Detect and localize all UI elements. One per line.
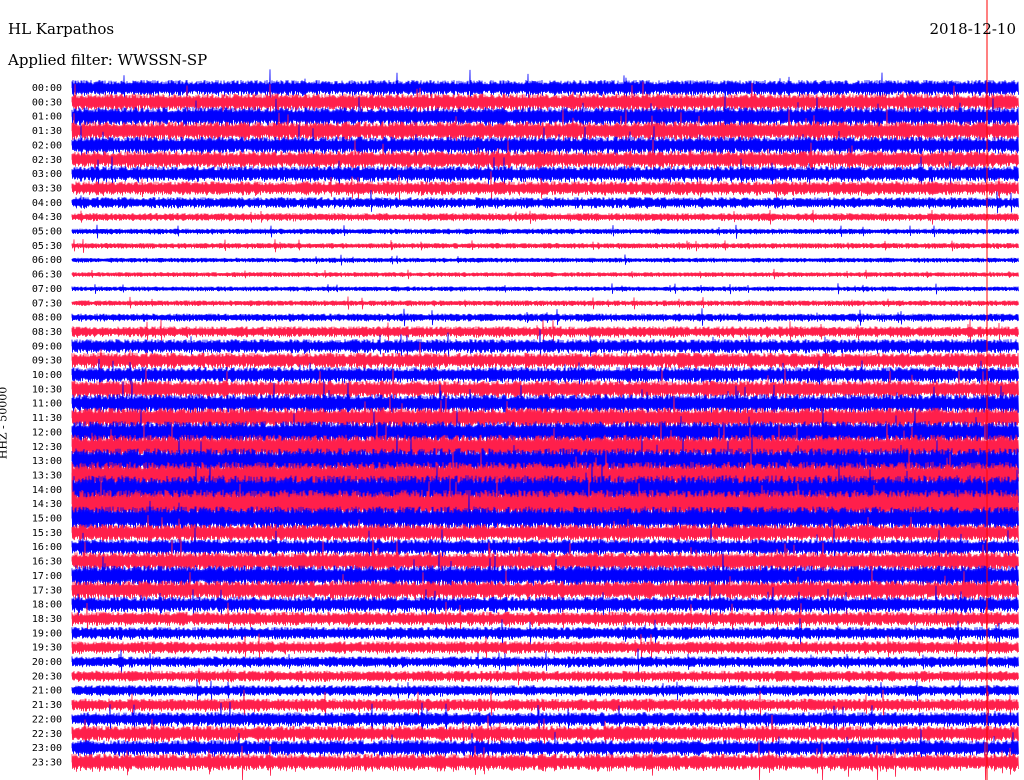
trace-row — [71, 224, 1019, 239]
time-tick-label: 06:00 — [32, 255, 62, 266]
time-tick-label: 02:00 — [32, 140, 62, 151]
trace-row — [71, 679, 1019, 702]
time-tick-label: 12:00 — [32, 427, 62, 438]
time-tick-label: 16:30 — [32, 557, 62, 568]
time-tick-label: 18:30 — [32, 614, 62, 625]
time-tick-label: 08:00 — [32, 313, 62, 324]
time-tick-label: 09:00 — [32, 341, 62, 352]
time-tick-label: 21:30 — [32, 700, 62, 711]
time-tick-label: 05:00 — [32, 227, 62, 238]
time-tick-label: 04:30 — [32, 212, 62, 223]
time-tick-label: 13:30 — [32, 470, 62, 481]
filter-label: Applied filter: WWSSN-SP — [8, 51, 208, 69]
time-tick-label: 19:00 — [32, 628, 62, 639]
time-tick-label: 01:30 — [32, 126, 62, 137]
time-tick-label: 04:00 — [32, 198, 62, 209]
time-tick-label: 15:00 — [32, 514, 62, 525]
time-tick-label: 16:00 — [32, 542, 62, 553]
time-tick-label: 07:30 — [32, 298, 62, 309]
station-title: HL Karpathos — [8, 20, 115, 38]
time-tick-label: 00:00 — [32, 83, 62, 94]
time-tick-label: 02:30 — [32, 155, 62, 166]
time-tick-label: 20:30 — [32, 671, 62, 682]
time-tick-label: 00:30 — [32, 97, 62, 108]
time-tick-label: 11:00 — [32, 399, 62, 410]
time-tick-label: 14:00 — [32, 485, 62, 496]
time-tick-label: 18:00 — [32, 600, 62, 611]
trace-row — [71, 648, 1019, 675]
time-tick-label: 23:00 — [32, 743, 62, 754]
time-tick-labels: 00:00 00:30 01:00 01:30 02:00 02:30 03:00 03:30… — [32, 83, 62, 768]
channel-axis-label: HHZ - 50000 — [0, 386, 10, 460]
channel-axis-label-wrap: HHZ - 50000 — [0, 387, 10, 460]
time-tick-label: 01:00 — [32, 112, 62, 123]
time-tick-label: 22:00 — [32, 714, 62, 725]
time-tick-label: 20:00 — [32, 657, 62, 668]
trace-row — [71, 239, 1019, 253]
time-tick-label: 15:30 — [32, 528, 62, 539]
trace-row — [71, 308, 1019, 327]
time-tick-label: 10:00 — [32, 370, 62, 381]
time-tick-label: 11:30 — [32, 413, 62, 424]
time-tick-label: 05:30 — [32, 241, 62, 252]
time-tick-label: 06:30 — [32, 270, 62, 281]
time-tick-label: 14:30 — [32, 499, 62, 510]
time-tick-label: 22:30 — [32, 729, 62, 740]
trace-row — [71, 209, 1019, 225]
time-tick-label: 19:30 — [32, 643, 62, 654]
trace-rows — [71, 69, 1019, 780]
time-tick-label: 17:00 — [32, 571, 62, 582]
time-tick-label: 12:30 — [32, 442, 62, 453]
time-tick-label: 21:00 — [32, 686, 62, 697]
trace-row — [71, 283, 1019, 295]
time-tick-label: 03:30 — [32, 183, 62, 194]
trace-row — [71, 268, 1019, 280]
trace-row — [71, 254, 1019, 266]
date-label: 2018-12-10 — [929, 20, 1016, 38]
helicorder-chart: 00:00 00:30 01:00 01:30 02:00 02:30 03:00 03:30… — [32, 0, 1019, 780]
trace-row — [71, 663, 1019, 686]
time-tick-label: 07:00 — [32, 284, 62, 295]
time-tick-label: 08:30 — [32, 327, 62, 338]
time-tick-label: 17:30 — [32, 585, 62, 596]
time-tick-label: 23:30 — [32, 757, 62, 768]
time-tick-label: 03:00 — [32, 169, 62, 180]
time-tick-label: 13:00 — [32, 456, 62, 467]
trace-row — [71, 296, 1019, 310]
time-tick-label: 10:30 — [32, 384, 62, 395]
time-tick-label: 09:30 — [32, 356, 62, 367]
